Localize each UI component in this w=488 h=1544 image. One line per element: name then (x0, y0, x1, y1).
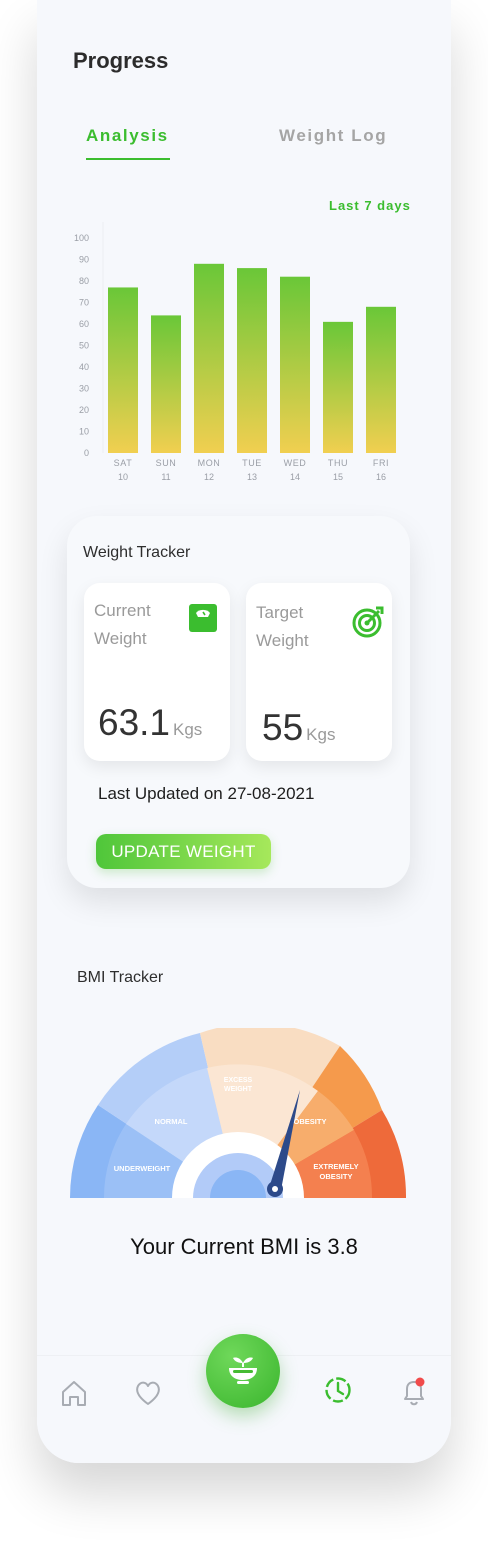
salad-bowl-icon (223, 1349, 263, 1394)
y-tick-label: 60 (79, 319, 89, 329)
y-tick-label: 0 (84, 448, 89, 458)
y-tick-label: 80 (79, 276, 89, 286)
tab-weight-log[interactable]: Weight Log (279, 126, 387, 146)
y-tick-label: 50 (79, 341, 89, 351)
y-tick-label: 30 (79, 384, 89, 394)
target-icon (352, 606, 384, 643)
target-weight-value: 55 Kgs (262, 707, 336, 748)
current-weight-value: 63.1 Kgs (98, 702, 203, 743)
current-weight-label: Current Weight (94, 601, 151, 648)
page-title: Progress (73, 48, 169, 73)
gauge-label-normal: NORMAL (155, 1117, 188, 1126)
target-weight-label: Target Weight (256, 603, 309, 650)
y-tick-label: 100 (74, 233, 89, 243)
x-tick-date: 16 (376, 472, 386, 482)
y-tick-label: 90 (79, 255, 89, 265)
phone-screen: Progress Analysis Weight Log Last 7 days… (37, 0, 451, 1463)
x-tick-day: SUN (156, 458, 177, 468)
bmi-gauge: UNDERWEIGHT NORMAL EXCESS WEIGHT OBESITY … (70, 1028, 407, 1198)
tab-analysis[interactable]: Analysis (86, 126, 169, 146)
bar-wed[interactable] (280, 276, 310, 453)
bar-sat[interactable] (108, 287, 138, 453)
x-tick-day: SAT (114, 458, 133, 468)
weight-tracker-card: Weight Tracker Current Weight 63.1 Kgs Ta… (67, 516, 410, 888)
bar-sun[interactable] (151, 315, 181, 453)
target-weight-unit: Kgs (306, 725, 336, 744)
weight-tracker-title: Weight Tracker (83, 544, 191, 561)
bmi-tracker-title: BMI Tracker (77, 969, 164, 986)
y-tick-label: 40 (79, 362, 89, 372)
y-tick-label: 20 (79, 405, 89, 415)
current-bmi-text: Your Current BMI is 3.8 (130, 1234, 358, 1259)
update-weight-button[interactable]: UPDATE WEIGHT (96, 834, 271, 869)
bell-icon[interactable] (399, 1376, 429, 1413)
bar-mon[interactable] (194, 263, 224, 453)
y-tick-label: 10 (79, 427, 89, 437)
gauge-label-obesity: OBESITY (294, 1117, 327, 1126)
y-tick-label: 70 (79, 298, 89, 308)
history-icon[interactable] (323, 1375, 353, 1410)
gauge-label-underweight: UNDERWEIGHT (114, 1164, 171, 1173)
last-updated-text: Last Updated on 27-08-2021 (98, 784, 315, 803)
tab-active-indicator (86, 158, 170, 160)
x-tick-date: 10 (118, 472, 128, 482)
home-icon[interactable] (59, 1378, 89, 1413)
x-tick-day: TUE (242, 458, 262, 468)
x-tick-day: FRI (373, 458, 389, 468)
bar-thu[interactable] (323, 321, 353, 453)
heart-icon[interactable] (133, 1378, 163, 1413)
x-tick-date: 11 (161, 472, 170, 482)
x-tick-day: WED (284, 458, 307, 468)
x-tick-date: 12 (204, 472, 214, 482)
notification-dot (415, 1377, 425, 1387)
current-weight-unit: Kgs (173, 720, 203, 739)
bar-tue[interactable] (237, 268, 267, 453)
bar-fri[interactable] (366, 306, 396, 453)
x-tick-date: 13 (247, 472, 257, 482)
food-log-button[interactable] (206, 1334, 280, 1408)
weight-bar-chart: 0 10 20 30 40 50 60 70 80 90 100 SAT 10 SUN 11 MON 12 TUE… (74, 222, 396, 482)
target-weight-card[interactable]: Target Weight 55 Kgs (246, 583, 392, 761)
scale-icon (188, 603, 218, 638)
x-tick-day: MON (198, 458, 221, 468)
gauge-label-extreme: EXTREMELY OBESITY (313, 1162, 358, 1181)
x-tick-date: 15 (333, 472, 343, 482)
current-weight-card[interactable]: Current Weight 63.1 Kgs (84, 583, 230, 761)
x-tick-date: 14 (290, 472, 300, 482)
x-tick-day: THU (328, 458, 348, 468)
